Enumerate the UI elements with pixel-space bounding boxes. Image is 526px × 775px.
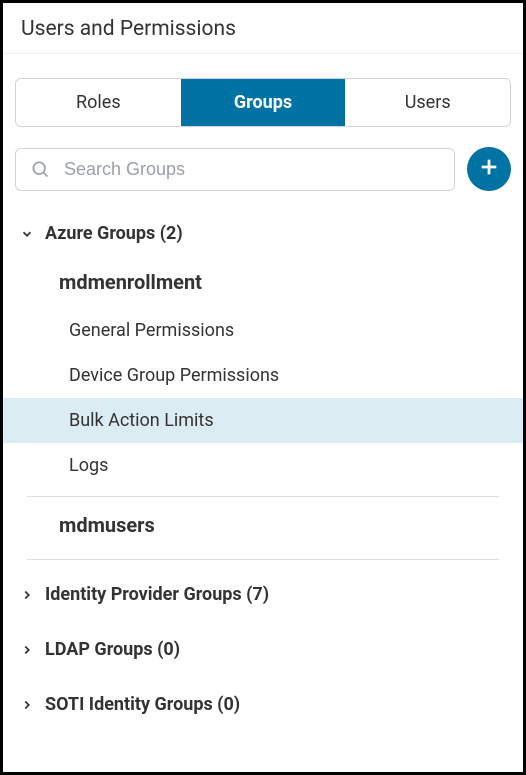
search-input[interactable] (64, 159, 440, 180)
page-title: Users and Permissions (3, 3, 523, 54)
tab-groups[interactable]: Groups (181, 79, 346, 126)
search-icon (30, 159, 50, 179)
group-mdmenrollment[interactable]: mdmenrollment (3, 254, 523, 308)
tab-users[interactable]: Users (345, 79, 510, 126)
chevron-right-icon (19, 643, 35, 657)
section-azure-groups[interactable]: Azure Groups (2) (3, 213, 523, 254)
tabs: Roles Groups Users (15, 78, 511, 127)
section-label: Azure Groups (2) (45, 223, 183, 244)
chevron-right-icon (19, 698, 35, 712)
tab-roles[interactable]: Roles (16, 79, 181, 126)
section-label: SOTI Identity Groups (0) (45, 694, 240, 715)
group-mdmenrollment-items: General Permissions Device Group Permiss… (3, 308, 523, 488)
plus-icon (478, 156, 500, 182)
section-soti-identity-groups[interactable]: SOTI Identity Groups (0) (3, 684, 523, 725)
section-label: LDAP Groups (0) (45, 639, 180, 660)
chevron-down-icon (19, 227, 35, 241)
groups-tree: Azure Groups (2) mdmenrollment General P… (3, 209, 523, 725)
section-identity-provider-groups[interactable]: Identity Provider Groups (7) (3, 574, 523, 615)
add-button[interactable] (467, 147, 511, 191)
item-device-group-permissions[interactable]: Device Group Permissions (3, 353, 523, 398)
search-box[interactable] (15, 148, 455, 191)
item-general-permissions[interactable]: General Permissions (3, 308, 523, 353)
section-ldap-groups[interactable]: LDAP Groups (0) (3, 629, 523, 670)
divider (27, 559, 499, 560)
group-mdmusers[interactable]: mdmusers (3, 497, 523, 551)
item-bulk-action-limits[interactable]: Bulk Action Limits (3, 398, 523, 443)
item-logs[interactable]: Logs (3, 443, 523, 488)
tabs-container: Roles Groups Users (3, 54, 523, 141)
section-label: Identity Provider Groups (7) (45, 584, 269, 605)
search-row (3, 141, 523, 209)
chevron-right-icon (19, 588, 35, 602)
